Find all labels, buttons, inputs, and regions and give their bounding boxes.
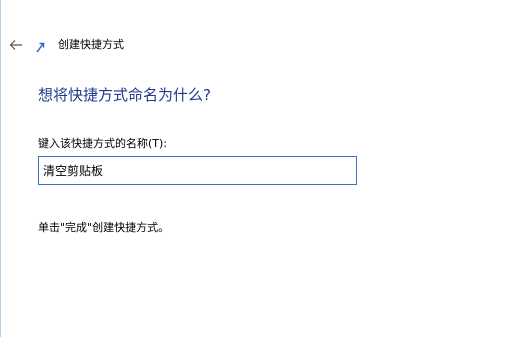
finish-hint-text: 单击"完成"创建快捷方式。 bbox=[38, 221, 170, 234]
back-arrow-icon bbox=[9, 40, 22, 50]
shortcut-icon bbox=[36, 42, 45, 53]
back-button[interactable] bbox=[7, 36, 25, 54]
window-title: 创建快捷方式 bbox=[58, 38, 124, 51]
shortcut-name-label: 键入该快捷方式的名称(T): bbox=[38, 137, 168, 150]
shortcut-name-input[interactable] bbox=[38, 156, 357, 185]
title-bar: 创建快捷方式 bbox=[0, 0, 512, 80]
create-shortcut-window: 创建快捷方式 想将快捷方式命名为什么? 键入该快捷方式的名称(T): 单击"完成… bbox=[0, 0, 512, 337]
page-heading: 想将快捷方式命名为什么? bbox=[38, 86, 211, 104]
